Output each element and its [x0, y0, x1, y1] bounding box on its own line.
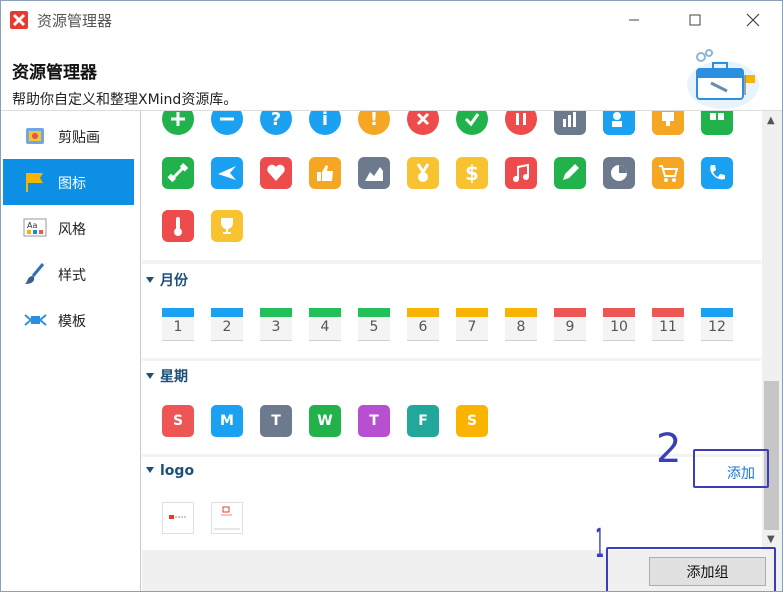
sidebar-item-clipart[interactable]: 剪贴画: [3, 113, 134, 159]
calendar-month-icon[interactable]: 7: [456, 308, 488, 341]
calendar-month-icon[interactable]: 8: [505, 308, 537, 341]
calendar-month-icon[interactable]: 10: [603, 308, 635, 341]
collapse-triangle-icon: [146, 277, 154, 283]
calendar-month-icon[interactable]: 5: [358, 308, 390, 341]
header-title: 资源管理器: [12, 63, 97, 83]
minus-icon[interactable]: [211, 111, 243, 135]
sidebar-item-label: 剪贴画: [58, 130, 100, 146]
months-section-header[interactable]: 月份: [146, 270, 188, 290]
check-icon[interactable]: [456, 111, 488, 135]
collapse-triangle-icon: [146, 467, 154, 473]
logo-section-title: logo: [160, 463, 195, 479]
sidebar-item-label: 图标: [58, 176, 86, 192]
calendar-month-icon[interactable]: 1: [162, 308, 194, 341]
logo-section-header[interactable]: logo: [146, 463, 194, 479]
collapse-triangle-icon: [146, 373, 154, 379]
annotation-number-1: 1: [595, 521, 605, 567]
sidebar-item-label: 模板: [58, 314, 86, 330]
pause-icon[interactable]: [505, 111, 537, 135]
flag-icon: [23, 170, 47, 194]
dollar-icon[interactable]: $: [456, 157, 488, 189]
calendar-month-icon[interactable]: 3: [260, 308, 292, 341]
category-sidebar: 剪贴画 图标 Aa 风格 样式 模板: [1, 111, 141, 591]
shopping-cart-icon[interactable]: [652, 157, 684, 189]
people-icon[interactable]: [603, 111, 635, 135]
calendar-month-icon[interactable]: 6: [407, 308, 439, 341]
quote-icon[interactable]: [701, 111, 733, 135]
weekday-icon[interactable]: M: [211, 405, 243, 437]
months-section-title: 月份: [160, 273, 188, 289]
airplane-icon[interactable]: [211, 157, 243, 189]
sidebar-item-format[interactable]: 样式: [3, 251, 134, 297]
minimize-button[interactable]: [611, 1, 657, 39]
calendar-month-icon[interactable]: 9: [554, 308, 586, 341]
window-title: 资源管理器: [37, 12, 113, 30]
dialog-header: 资源管理器 帮助你自定义和整理XMind资源库。: [1, 39, 782, 111]
annotation-box-1: [606, 547, 776, 591]
scroll-up-icon[interactable]: ▲: [767, 115, 775, 126]
annotation-box-2: [693, 449, 769, 488]
heart-icon[interactable]: [260, 157, 292, 189]
weekday-icon[interactable]: T: [260, 405, 292, 437]
thumbs-down-icon[interactable]: [652, 111, 684, 135]
exclamation-icon[interactable]: !: [358, 111, 390, 135]
xmind-logo-icon: [10, 11, 28, 29]
calendar-month-icon[interactable]: 11: [652, 308, 684, 341]
sidebar-item-icons[interactable]: 图标: [3, 159, 134, 205]
svg-text:Aa: Aa: [27, 221, 37, 230]
fitness-icon[interactable]: [162, 157, 194, 189]
weekdays-section-title: 星期: [160, 369, 188, 385]
title-bar: 资源管理器: [1, 1, 782, 39]
calendar-month-icon[interactable]: 2: [211, 308, 243, 341]
pie-chart-icon[interactable]: [603, 157, 635, 189]
icons-panel: ? i ! $: [142, 111, 761, 260]
template-icon: [23, 308, 47, 332]
medal-icon[interactable]: [407, 157, 439, 189]
clipart-icon: [23, 124, 47, 148]
weekday-icon[interactable]: W: [309, 405, 341, 437]
sidebar-item-style[interactable]: Aa 风格: [3, 205, 134, 251]
pencil-icon[interactable]: [554, 157, 586, 189]
sidebar-item-label: 样式: [58, 268, 86, 284]
toolbox-illustration-icon: [681, 45, 763, 113]
maximize-button[interactable]: [672, 1, 718, 39]
calendar-month-icon[interactable]: 12: [701, 308, 733, 341]
months-panel: 月份 1 2 3 4 5 6 7 8 9 10 11 12: [142, 264, 761, 358]
phone-icon[interactable]: [701, 157, 733, 189]
weekday-icon[interactable]: S: [162, 405, 194, 437]
weekday-icon[interactable]: F: [407, 405, 439, 437]
sidebar-item-label: 风格: [58, 222, 86, 238]
style-icon: Aa: [23, 216, 47, 240]
icon-library-pane[interactable]: ? i ! $ 月份 1 2 3 4 5 6 7 8 9 10 11 12 星期…: [142, 111, 761, 550]
header-subtitle: 帮助你自定义和整理XMind资源库。: [12, 92, 238, 108]
weekday-icon[interactable]: S: [456, 405, 488, 437]
thumbs-up-icon[interactable]: [309, 157, 341, 189]
music-icon[interactable]: [505, 157, 537, 189]
weekdays-section-header[interactable]: 星期: [146, 366, 188, 386]
logo-thumbnail[interactable]: [162, 502, 194, 534]
info-icon[interactable]: i: [309, 111, 341, 135]
area-chart-icon[interactable]: [358, 157, 390, 189]
question-icon[interactable]: ?: [260, 111, 292, 135]
sidebar-item-template[interactable]: 模板: [3, 297, 134, 343]
cross-icon[interactable]: [407, 111, 439, 135]
weekday-icon[interactable]: T: [358, 405, 390, 437]
annotation-number-2: 2: [656, 426, 682, 472]
plus-icon[interactable]: [162, 111, 194, 135]
brush-icon: [23, 262, 47, 286]
resource-manager-window: 资源管理器 资源管理器 帮助你自定义和整理XMind资源库。 剪贴画 图标 Aa…: [0, 0, 783, 592]
scroll-down-icon[interactable]: ▼: [767, 534, 775, 545]
bar-chart-icon[interactable]: [554, 111, 586, 135]
logo-thumbnail[interactable]: [211, 502, 243, 534]
trophy-icon[interactable]: [211, 210, 243, 242]
calendar-month-icon[interactable]: 4: [309, 308, 341, 341]
thermometer-icon[interactable]: [162, 210, 194, 242]
close-button[interactable]: [730, 1, 776, 39]
